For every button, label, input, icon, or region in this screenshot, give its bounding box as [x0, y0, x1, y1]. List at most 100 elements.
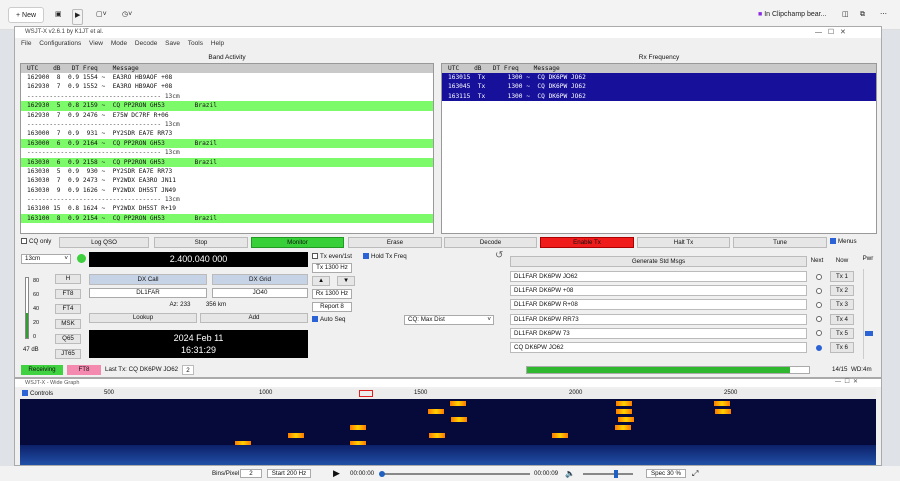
menu-view[interactable]: View — [89, 40, 103, 47]
menu-tools[interactable]: Tools — [188, 40, 203, 47]
decode-row[interactable]: 162930 5 0.8 2159 ~ CQ PP2RON GH53 Brazi… — [21, 101, 433, 111]
tx-1-button[interactable]: Tx 1 — [830, 271, 854, 282]
bins-spinbox[interactable]: 2 — [240, 469, 262, 478]
decode-row[interactable]: 163030 5 0.9 930 ~ PY2SDR EA7E RR73 — [21, 167, 433, 176]
tx-message-field[interactable]: DL1FAR DK6PW JO62 — [510, 271, 807, 282]
tx-2-button[interactable]: Tx 2 — [830, 285, 854, 297]
cq-only-checkbox[interactable]: CQ only — [21, 237, 51, 246]
swap-icon[interactable]: ↺ — [495, 250, 503, 261]
menu-help[interactable]: Help — [211, 40, 224, 47]
slider-handle[interactable] — [865, 331, 873, 336]
window-controls[interactable]: — ☐ ✕ — [835, 378, 858, 385]
band-activity-panel[interactable]: UTC dB DT Freq Message 162900 8 0.9 1554… — [20, 63, 434, 234]
mode-button-ft4[interactable]: FT4 — [55, 304, 81, 314]
rx-row[interactable]: 163115 Tx 1300 ~ CQ DK6PW JO62 — [442, 91, 876, 102]
erase-button[interactable]: Erase — [348, 237, 442, 248]
video-icon[interactable]: ▶ — [72, 9, 84, 25]
next-radio[interactable] — [816, 344, 822, 351]
menu-save[interactable]: Save — [165, 40, 180, 47]
decode-row[interactable]: 163100 15 0.8 1624 ~ PY2WDX DH5ST R+19 — [21, 204, 433, 213]
volume-slider[interactable] — [583, 473, 633, 475]
decode-row[interactable]: 163030 9 0.9 1626 ~ PY2WDX DH5ST JN49 — [21, 186, 433, 195]
decode-row[interactable]: 162900 8 0.9 1554 ~ EA3RO HB9AOF +08 — [21, 73, 433, 82]
log-qso-button[interactable]: Log QSO — [59, 237, 149, 248]
tx-frequency-spinbox[interactable]: Tx 1300 Hz — [312, 263, 352, 273]
power-slider[interactable] — [863, 269, 873, 359]
menu-configurations[interactable]: Configurations — [39, 40, 81, 47]
next-radio[interactable] — [816, 316, 822, 323]
menus-checkbox[interactable]: Menus — [830, 237, 857, 246]
decode-row[interactable]: 163030 7 0.9 2473 ~ PY2WDX EA3RO JN11 — [21, 176, 433, 185]
add-button[interactable]: Add — [200, 313, 308, 323]
auto-seq-checkbox[interactable]: Auto Seq — [312, 315, 345, 324]
dx-call-input[interactable]: DL1FAR — [89, 288, 207, 298]
fullscreen-icon[interactable]: ⤢ — [692, 466, 698, 481]
hold-tx-freq-checkbox[interactable]: Hold Tx Freq — [363, 252, 407, 261]
tx-message-field[interactable]: CQ DK6PW JO62 — [510, 342, 807, 353]
rx-frequency-spinbox[interactable]: Rx 1300 Hz — [312, 289, 352, 299]
decode-row[interactable]: 162930 7 0.9 2476 ~ E75W DC7RF R+06 — [21, 111, 433, 120]
mode-button-q65[interactable]: Q65 — [55, 334, 81, 344]
window-controls[interactable]: — ☐ ✕ — [815, 27, 846, 38]
start-spinbox[interactable]: Start 200 Hz — [267, 469, 311, 478]
decode-row[interactable]: 163000 6 0.9 2164 ~ CQ PP2RON GH53 Brazi… — [21, 138, 433, 149]
decode-row[interactable]: 162930 7 0.9 1552 ~ EA3RO HB9AOF +08 — [21, 82, 433, 91]
volume-handle[interactable] — [614, 470, 618, 478]
mode-button-ft8[interactable]: FT8 — [55, 289, 81, 299]
next-radio[interactable] — [816, 330, 822, 337]
next-radio[interactable] — [816, 273, 822, 280]
copy-icon[interactable]: ⧉ — [860, 7, 865, 23]
mode-button-h[interactable]: H — [55, 274, 81, 284]
separator-row[interactable]: ------------------------------------ 13c… — [21, 120, 433, 129]
timer-icon[interactable]: ◷˅ — [122, 7, 132, 23]
seek-bar[interactable] — [382, 473, 530, 475]
menu-decode[interactable]: Decode — [135, 40, 157, 47]
rx-frequency-panel[interactable]: UTC dB DT Freq Message 163015 Tx 1300 ~ … — [441, 63, 877, 234]
report-spinbox[interactable]: Report 8 — [312, 302, 352, 312]
enable-tx-button[interactable]: Enable Tx — [540, 237, 634, 248]
next-radio[interactable] — [816, 287, 822, 294]
tx-message-field[interactable]: DL1FAR DK6PW 73 — [510, 327, 807, 339]
clipchamp-button[interactable]: ■ In Clipchamp bear... — [758, 7, 826, 23]
tune-button[interactable]: Tune — [733, 237, 827, 248]
stop-button[interactable]: Stop — [154, 237, 248, 248]
rx-row[interactable]: 163015 Tx 1300 ~ CQ DK6PW JO62 — [442, 73, 876, 83]
dx-grid-input[interactable]: JO40 — [212, 288, 308, 298]
menu-file[interactable]: File — [21, 40, 31, 47]
separator-row[interactable]: ------------------------------------ 13c… — [21, 92, 433, 101]
menu-mode[interactable]: Mode — [111, 40, 127, 47]
spec-spinbox[interactable]: Spec 30 % — [646, 469, 686, 478]
controls-checkbox[interactable]: Controls — [22, 389, 53, 398]
mode-button-jt65[interactable]: JT65 — [55, 349, 81, 359]
decode-row[interactable]: 163000 7 0.9 931 ~ PY2SDR EA7E RR73 — [21, 129, 433, 138]
tx-message-field[interactable]: DL1FAR DK6PW R+08 — [510, 299, 807, 311]
waterfall[interactable]: Controls 500 1000 1500 2000 2500 — [20, 389, 876, 465]
tx-message-field[interactable]: DL1FAR DK6PW RR73 — [510, 313, 807, 325]
generate-messages-button[interactable]: Generate Std Msgs — [510, 256, 807, 267]
save-icon[interactable]: ◫ — [842, 7, 849, 23]
decode-row[interactable]: 163030 6 0.9 2158 ~ CQ PP2RON GH53 Brazi… — [21, 157, 433, 167]
lookup-button[interactable]: Lookup — [89, 313, 197, 323]
tx-6-button[interactable]: Tx 6 — [830, 342, 854, 353]
mode-button-msk[interactable]: MSK — [55, 319, 81, 329]
rx-row[interactable]: 163045 Tx 1300 ~ CQ DK6PW JO62 — [442, 82, 876, 92]
more-icon[interactable]: ⋯ — [880, 7, 887, 23]
seek-handle[interactable] — [379, 471, 385, 477]
separator-row[interactable]: ------------------------------------ 13c… — [21, 195, 433, 204]
decode-row[interactable]: 163100 8 0.9 2154 ~ CQ PP2RON GH53 Brazi… — [21, 213, 433, 224]
tx-even-checkbox[interactable]: Tx even/1st — [312, 252, 352, 261]
cq-mode-select[interactable]: CQ: Max Dist ˅ — [404, 315, 494, 325]
separator-row[interactable]: ------------------------------------ 13c… — [21, 148, 433, 157]
halt-tx-button[interactable]: Halt Tx — [637, 237, 730, 248]
next-radio[interactable] — [816, 301, 822, 308]
volume-icon[interactable]: 🔈 — [565, 466, 575, 481]
shape-icon[interactable]: ▢˅ — [96, 7, 107, 23]
band-select[interactable]: 13cm ˅ — [21, 254, 71, 264]
tx-message-field[interactable]: DL1FAR DK6PW +08 — [510, 285, 807, 297]
play-icon[interactable]: ▶ — [333, 466, 340, 481]
tx-5-button[interactable]: Tx 5 — [830, 327, 854, 339]
decode-button[interactable]: Decode — [444, 237, 537, 248]
tx-3-button[interactable]: Tx 3 — [830, 299, 854, 311]
tx-4-button[interactable]: Tx 4 — [830, 313, 854, 325]
arrow-up-icon[interactable]: ▲ — [312, 276, 330, 286]
